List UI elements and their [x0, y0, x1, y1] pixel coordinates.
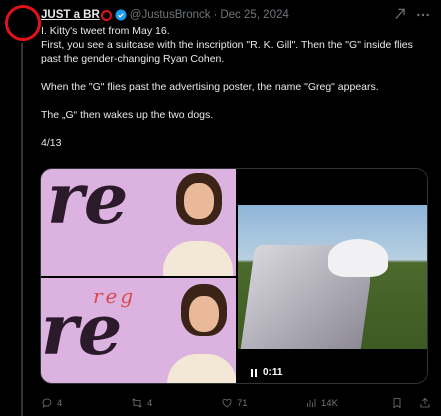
separator-dot: · — [213, 9, 218, 21]
video-frame-bottom: re reg — [41, 278, 236, 383]
views-icon — [307, 399, 316, 407]
display-name[interactable]: JUST a BR — [41, 9, 100, 21]
reply-icon — [42, 398, 52, 408]
action-bar: 4 4 71 14K — [41, 395, 433, 411]
thread-line — [21, 43, 23, 416]
post-line: When the "G" flies past the advertising … — [41, 81, 379, 93]
post-line: The „G“ then wakes up the two dogs. — [41, 109, 214, 121]
media-grid: re re reg 0:11 — [40, 168, 428, 384]
video-frame-top: re — [41, 169, 236, 276]
name-ring-icon — [100, 9, 112, 21]
handle[interactable]: @JustusBronck — [130, 9, 211, 21]
pause-icon[interactable] — [251, 368, 257, 377]
post-date[interactable]: Dec 25, 2024 — [220, 9, 288, 21]
post-body: I. Kitty's tweet from May 16. First, you… — [41, 24, 433, 150]
reply-count: 4 — [57, 397, 63, 409]
post-line: I. Kitty's tweet from May 16. — [41, 25, 170, 37]
repost-icon — [132, 398, 142, 408]
video-thumbnail-left[interactable]: re re reg — [41, 169, 236, 383]
more-options-icon[interactable] — [415, 7, 431, 23]
overlay-text: reg — [93, 284, 137, 308]
video-controls[interactable]: 0:11 — [251, 367, 282, 378]
bookmark-icon — [393, 398, 401, 409]
post-header: JUST a BR @JustusBronck · Dec 25, 2024 — [41, 6, 431, 24]
like-count: 71 — [237, 397, 248, 409]
share-button[interactable] — [419, 397, 431, 409]
video-frame — [238, 205, 427, 349]
share-icon — [420, 397, 430, 408]
script-letters: re — [47, 169, 129, 240]
verified-badge-icon[interactable] — [115, 9, 127, 21]
repost-button[interactable]: 4 — [131, 397, 152, 409]
video-timestamp: 0:11 — [263, 367, 283, 378]
avatar[interactable] — [5, 5, 41, 41]
like-button[interactable]: 71 — [221, 397, 248, 409]
bookmark-button[interactable] — [391, 397, 403, 409]
grok-icon[interactable] — [393, 7, 407, 21]
post-line: 4/13 — [41, 137, 62, 149]
views-button[interactable]: 14K — [305, 397, 338, 409]
post-line: First, you see a suitcase with the inscr… — [41, 39, 413, 65]
heart-icon — [222, 398, 232, 408]
video-player-right[interactable]: 0:11 — [238, 169, 427, 383]
repost-count: 4 — [147, 397, 153, 409]
reply-button[interactable]: 4 — [41, 397, 62, 409]
view-count: 14K — [321, 397, 338, 409]
